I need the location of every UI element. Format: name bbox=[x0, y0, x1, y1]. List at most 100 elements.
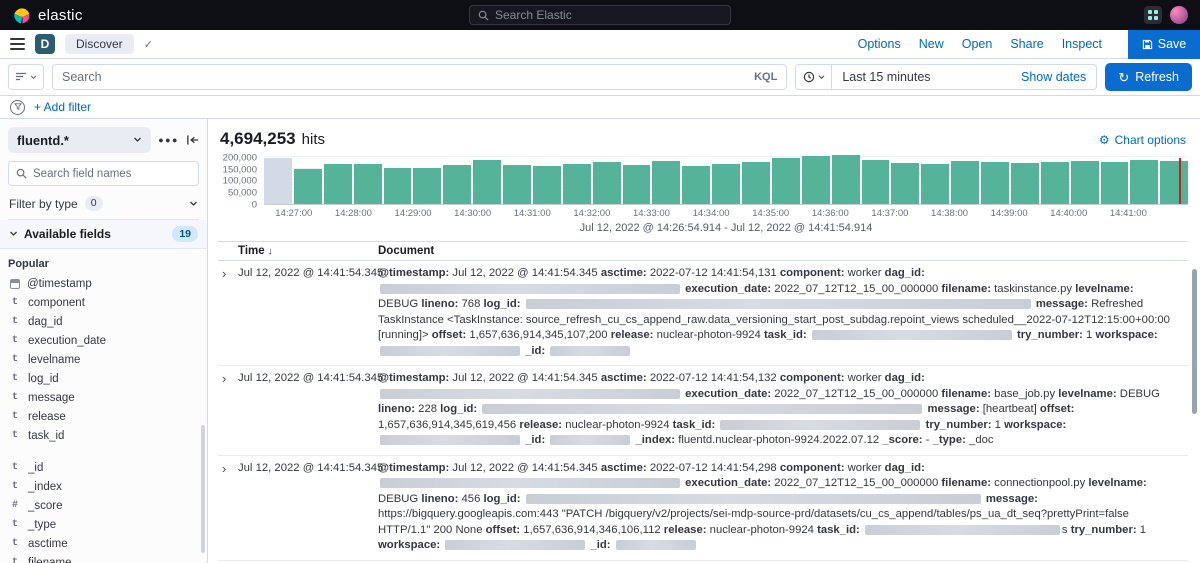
histogram-bar[interactable] bbox=[1071, 161, 1099, 204]
global-search[interactable] bbox=[469, 5, 731, 25]
content: fluentd.* ●●● Filter by type 0 Available… bbox=[0, 119, 1200, 563]
document-column-header: Document bbox=[378, 245, 1188, 257]
histogram-bar[interactable] bbox=[1130, 160, 1158, 204]
histogram-bar[interactable] bbox=[354, 164, 382, 204]
field-item-asctime[interactable]: tasctime bbox=[8, 534, 199, 553]
histogram-bar[interactable] bbox=[772, 158, 800, 204]
doc-field-name: dag_id: bbox=[885, 267, 925, 279]
available-fields-count-badge: 19 bbox=[172, 226, 198, 242]
filter-by-type-row[interactable]: Filter by type 0 bbox=[8, 195, 199, 220]
chart-options-button[interactable]: ⚙ Chart options bbox=[1099, 133, 1186, 147]
histogram-bar[interactable] bbox=[1011, 163, 1039, 204]
histogram-bar[interactable] bbox=[742, 162, 770, 204]
index-pattern-select[interactable]: fluentd.* bbox=[8, 127, 151, 153]
histogram-bar[interactable] bbox=[921, 164, 949, 204]
time-picker-button[interactable] bbox=[796, 65, 832, 89]
add-filter-link[interactable]: + Add filter bbox=[34, 100, 91, 114]
more-options-icon[interactable]: ●●● bbox=[158, 135, 179, 145]
chart-y-axis: 050,000100,000150,000200,000 bbox=[218, 153, 264, 205]
expand-row-button[interactable]: › bbox=[218, 371, 238, 386]
global-search-input[interactable] bbox=[495, 8, 722, 22]
chevron-down-icon bbox=[9, 231, 18, 237]
saved-query-menu-button[interactable] bbox=[8, 64, 44, 90]
navbar-link-inspect[interactable]: Inspect bbox=[1062, 37, 1102, 51]
histogram-bar[interactable] bbox=[1101, 162, 1129, 204]
field-search-input[interactable] bbox=[33, 168, 191, 180]
histogram-bar[interactable] bbox=[264, 158, 292, 204]
field-item-log_id[interactable]: tlog_id bbox=[8, 369, 199, 388]
field-item-dag_id[interactable]: tdag_id bbox=[8, 312, 199, 331]
navbar-link-new[interactable]: New bbox=[919, 37, 944, 51]
available-fields-header[interactable]: Available fields 19 bbox=[0, 220, 207, 249]
expand-row-button[interactable]: › bbox=[218, 461, 238, 476]
chart-plot[interactable] bbox=[264, 153, 1188, 205]
field-item-execution_date[interactable]: texecution_date bbox=[8, 331, 199, 350]
field-item-_score[interactable]: #_score bbox=[8, 496, 199, 515]
histogram-bar[interactable] bbox=[623, 165, 651, 204]
doc-field-name: lineno: bbox=[378, 403, 415, 415]
field-item-_type[interactable]: t_type bbox=[8, 515, 199, 534]
table-scrollbar-thumb[interactable] bbox=[1192, 269, 1197, 414]
field-item-release[interactable]: trelease bbox=[8, 407, 199, 426]
time-range-value[interactable]: Last 15 minutes bbox=[832, 70, 930, 84]
menu-icon[interactable] bbox=[10, 38, 25, 50]
navbar-link-open[interactable]: Open bbox=[962, 37, 993, 51]
filter-set-button[interactable] bbox=[10, 100, 25, 115]
doc-field-name: log_id: bbox=[484, 298, 521, 310]
field-item-task_id[interactable]: ttask_id bbox=[8, 426, 199, 445]
elastic-logo-icon[interactable] bbox=[12, 6, 31, 25]
navbar-link-share[interactable]: Share bbox=[1010, 37, 1043, 51]
kql-language-button[interactable]: KQL bbox=[754, 71, 777, 83]
query-input-wrap[interactable]: KQL bbox=[52, 64, 787, 90]
histogram-bar[interactable] bbox=[891, 163, 919, 204]
field-item-_id[interactable]: t_id bbox=[8, 458, 199, 477]
field-item-component[interactable]: tcomponent bbox=[8, 293, 199, 312]
histogram-bar[interactable] bbox=[1160, 161, 1188, 204]
sort-descending-icon[interactable]: ↓ bbox=[268, 246, 273, 257]
histogram-bar[interactable] bbox=[503, 165, 531, 204]
histogram-bar[interactable] bbox=[981, 162, 1009, 204]
save-button[interactable]: Save bbox=[1128, 30, 1200, 59]
histogram-bar[interactable] bbox=[443, 165, 471, 204]
doc-field-value: base_job.py bbox=[994, 388, 1055, 400]
grid-icon[interactable] bbox=[1144, 6, 1162, 24]
show-dates-link[interactable]: Show dates bbox=[1021, 70, 1096, 84]
histogram-bar[interactable] bbox=[593, 162, 621, 204]
user-avatar[interactable] bbox=[1170, 6, 1188, 24]
histogram-bar[interactable] bbox=[862, 160, 890, 204]
histogram-bar[interactable] bbox=[832, 155, 860, 204]
histogram-bar[interactable] bbox=[533, 166, 561, 204]
histogram-bar[interactable] bbox=[563, 164, 591, 204]
refresh-button[interactable]: ↻ Refresh bbox=[1105, 63, 1192, 91]
histogram-bar[interactable] bbox=[384, 168, 412, 204]
histogram-bar[interactable] bbox=[413, 168, 441, 204]
doc-field-name: task_id: bbox=[764, 329, 807, 341]
field-item-@timestamp[interactable]: @timestamp bbox=[8, 274, 199, 293]
expand-row-button[interactable]: › bbox=[218, 266, 238, 281]
field-search[interactable] bbox=[8, 161, 199, 186]
time-column-header[interactable]: Time ↓ bbox=[238, 245, 378, 257]
histogram-bar[interactable] bbox=[1041, 162, 1069, 204]
field-item-message[interactable]: tmessage bbox=[8, 388, 199, 407]
sidebar-scrollbar-thumb[interactable] bbox=[201, 425, 205, 553]
doc-field-name: asctime: bbox=[601, 372, 647, 384]
histogram-bar[interactable] bbox=[802, 156, 830, 204]
doc-field-value: nuclear-photon-9924 bbox=[710, 524, 814, 536]
available-fields-label: Available fields bbox=[24, 227, 111, 241]
collapse-sidebar-icon[interactable] bbox=[186, 134, 199, 146]
field-item-_index[interactable]: t_index bbox=[8, 477, 199, 496]
histogram-bar[interactable] bbox=[473, 160, 501, 204]
histogram-bar[interactable] bbox=[712, 164, 740, 204]
histogram-bar[interactable] bbox=[294, 169, 322, 204]
field-item-levelname[interactable]: tlevelname bbox=[8, 350, 199, 369]
space-avatar[interactable]: D bbox=[35, 34, 55, 54]
histogram-bar[interactable] bbox=[951, 161, 979, 204]
histogram-bar[interactable] bbox=[682, 166, 710, 204]
field-item-filename[interactable]: tfilename bbox=[8, 553, 199, 563]
histogram-bar[interactable] bbox=[324, 164, 352, 204]
histogram-bar[interactable] bbox=[652, 161, 680, 204]
navbar-link-options[interactable]: Options bbox=[858, 37, 901, 51]
breadcrumb[interactable]: Discover bbox=[65, 34, 134, 54]
query-input[interactable] bbox=[62, 70, 748, 84]
filter-icon bbox=[14, 103, 22, 111]
